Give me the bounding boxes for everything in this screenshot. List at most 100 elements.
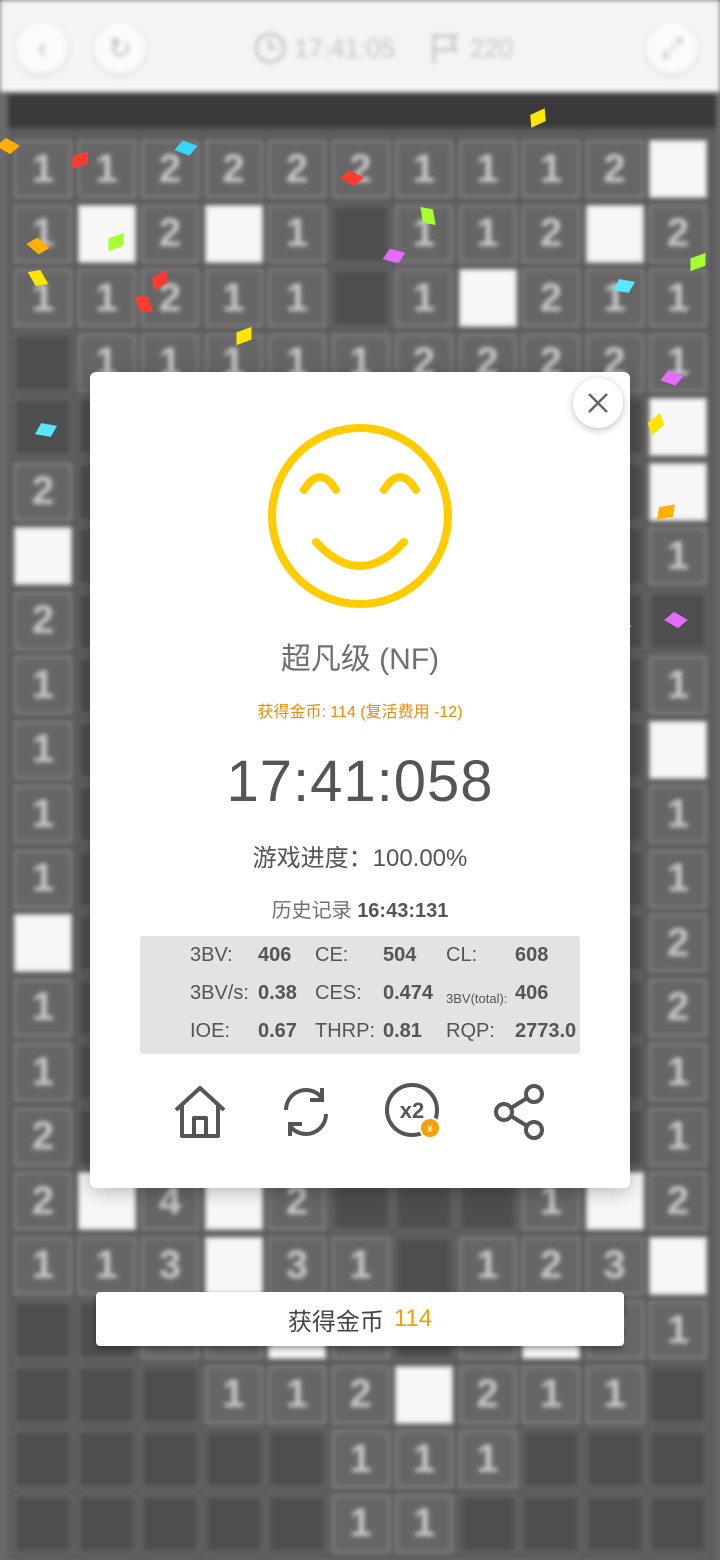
board-cell[interactable]: 1 [458, 1236, 517, 1295]
board-cell[interactable]: 1 [14, 1043, 72, 1101]
board-cell[interactable]: 1 [14, 978, 72, 1037]
board-cell[interactable]: 1 [649, 1043, 707, 1101]
board-cell[interactable]: 1 [585, 1365, 644, 1424]
board-cell[interactable]: 2 [458, 1365, 517, 1424]
board-cell[interactable] [649, 1236, 707, 1295]
board-cell[interactable]: 2 [585, 140, 644, 198]
board-cell[interactable]: 1 [649, 785, 707, 843]
board-cell[interactable]: 1 [14, 204, 72, 263]
board-cell[interactable]: 1 [331, 1494, 390, 1553]
board-cell[interactable] [14, 1494, 72, 1553]
board-cell[interactable]: 1 [522, 1365, 580, 1424]
zoom-button[interactable]: ⤢ [646, 22, 698, 74]
home-button[interactable] [168, 1080, 232, 1144]
board-cell[interactable]: 2 [14, 1172, 72, 1230]
board-cell[interactable]: 2 [649, 914, 707, 972]
board-cell[interactable] [649, 1494, 707, 1553]
board-cell[interactable]: 2 [141, 204, 199, 263]
board-cell[interactable] [268, 1494, 326, 1553]
board-cell[interactable] [522, 1430, 580, 1488]
board-cell[interactable] [649, 720, 707, 779]
board-cell[interactable]: 1 [14, 140, 72, 198]
double-coins-button[interactable]: x2 ¥ [382, 1080, 446, 1144]
board-cell[interactable] [331, 269, 390, 327]
board-cell[interactable]: 1 [268, 269, 326, 327]
board-cell[interactable]: 1 [458, 1430, 517, 1488]
board-cell[interactable]: 1 [649, 849, 707, 908]
board-cell[interactable] [14, 1365, 72, 1424]
board-cell[interactable]: 2 [204, 140, 263, 198]
board-cell[interactable]: 1 [331, 1236, 390, 1295]
board-cell[interactable] [141, 1430, 199, 1488]
board-cell[interactable]: 2 [522, 269, 580, 327]
board-cell[interactable]: 1 [204, 1365, 263, 1424]
board-cell[interactable]: 2 [331, 1365, 390, 1424]
board-cell[interactable] [204, 1430, 263, 1488]
board-cell[interactable] [268, 1430, 326, 1488]
board-cell[interactable]: 3 [141, 1236, 199, 1295]
board-cell[interactable]: 1 [395, 1430, 453, 1488]
board-cell[interactable]: 1 [268, 204, 326, 263]
board-cell[interactable] [14, 1301, 72, 1359]
reset-button[interactable]: ↻ [94, 22, 146, 74]
board-cell[interactable] [585, 1494, 644, 1553]
board-cell[interactable] [395, 1365, 453, 1424]
board-cell[interactable]: 1 [649, 1301, 707, 1359]
board-cell[interactable] [649, 1365, 707, 1424]
board-cell[interactable] [585, 204, 644, 263]
board-cell[interactable]: 2 [14, 1107, 72, 1166]
board-cell[interactable]: 1 [649, 656, 707, 714]
board-cell[interactable]: 1 [331, 1430, 390, 1488]
board-cell[interactable] [585, 1430, 644, 1488]
board-cell[interactable]: 1 [14, 656, 72, 714]
board-cell[interactable] [458, 1494, 517, 1553]
board-cell[interactable]: 1 [522, 140, 580, 198]
board-cell[interactable] [14, 333, 72, 392]
board-cell[interactable]: 3 [585, 1236, 644, 1295]
board-cell[interactable]: 1 [268, 1365, 326, 1424]
board-cell[interactable] [77, 1365, 136, 1424]
board-cell[interactable] [649, 140, 707, 198]
board-cell[interactable]: 2 [14, 462, 72, 521]
board-cell[interactable] [331, 204, 390, 263]
board-cell[interactable]: 2 [14, 591, 72, 650]
board-cell[interactable] [649, 1430, 707, 1488]
board-cell[interactable] [14, 527, 72, 585]
board-cell[interactable] [77, 1494, 136, 1553]
board-cell[interactable] [14, 914, 72, 972]
board-cell[interactable]: 1 [649, 269, 707, 327]
board-cell[interactable]: 1 [649, 1107, 707, 1166]
board-cell[interactable] [458, 269, 517, 327]
board-cell[interactable] [204, 204, 263, 263]
replay-button[interactable] [274, 1080, 338, 1144]
board-cell[interactable]: 1 [14, 785, 72, 843]
share-button[interactable] [488, 1080, 552, 1144]
board-cell[interactable]: 2 [649, 978, 707, 1037]
board-cell[interactable]: 1 [14, 849, 72, 908]
board-cell[interactable]: 1 [14, 1236, 72, 1295]
board-cell[interactable]: 2 [649, 1172, 707, 1230]
board-cell[interactable] [77, 1430, 136, 1488]
board-cell[interactable]: 1 [458, 204, 517, 263]
board-cell[interactable]: 2 [522, 1236, 580, 1295]
board-cell[interactable]: 2 [649, 204, 707, 263]
board-cell[interactable]: 1 [395, 269, 453, 327]
board-cell[interactable] [77, 204, 136, 263]
board-cell[interactable]: 1 [585, 269, 644, 327]
board-cell[interactable] [141, 1494, 199, 1553]
board-cell[interactable]: 1 [14, 720, 72, 779]
board-cell[interactable] [141, 1365, 199, 1424]
board-cell[interactable]: 1 [395, 140, 453, 198]
board-cell[interactable]: 1 [77, 140, 136, 198]
board-cell[interactable]: 1 [77, 1236, 136, 1295]
board-cell[interactable]: 1 [649, 333, 707, 392]
board-cell[interactable]: 2 [141, 269, 199, 327]
board-cell[interactable] [14, 1430, 72, 1488]
board-cell[interactable]: 1 [649, 527, 707, 585]
board-cell[interactable] [204, 1494, 263, 1553]
board-cell[interactable]: 1 [458, 140, 517, 198]
board-cell[interactable] [204, 1236, 263, 1295]
board-cell[interactable] [395, 1236, 453, 1295]
close-button[interactable] [573, 378, 623, 428]
board-cell[interactable]: 2 [268, 140, 326, 198]
